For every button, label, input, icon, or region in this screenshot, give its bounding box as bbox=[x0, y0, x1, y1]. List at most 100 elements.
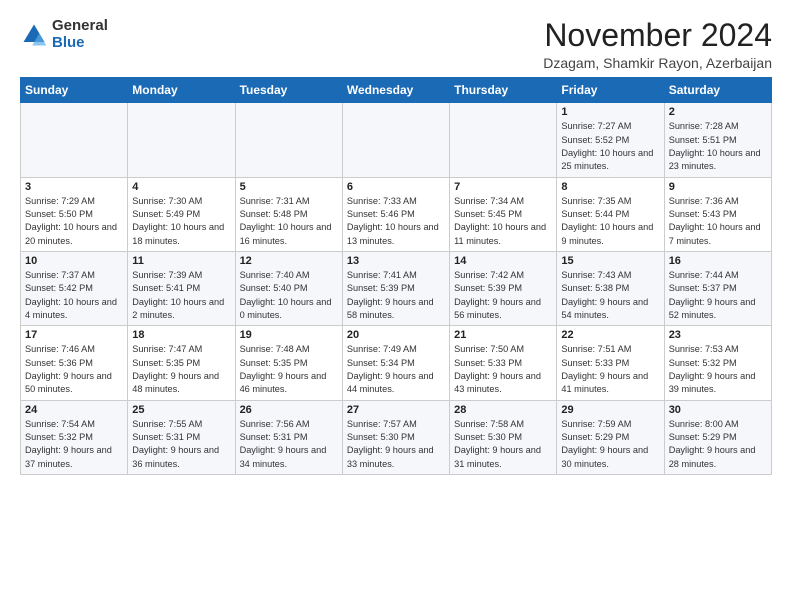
month-title: November 2024 bbox=[543, 18, 772, 53]
calendar-week: 3 Sunrise: 7:29 AM Sunset: 5:50 PM Daylig… bbox=[21, 177, 772, 251]
calendar-table: SundayMondayTuesdayWednesdayThursdayFrid… bbox=[20, 77, 772, 475]
calendar-cell: 21 Sunrise: 7:50 AM Sunset: 5:33 PM Dayli… bbox=[450, 326, 557, 400]
day-info: Sunrise: 7:40 AM Sunset: 5:40 PM Dayligh… bbox=[240, 269, 338, 322]
calendar-cell: 9 Sunrise: 7:36 AM Sunset: 5:43 PM Daylig… bbox=[664, 177, 771, 251]
weekday-header: Thursday bbox=[450, 78, 557, 103]
calendar-cell: 16 Sunrise: 7:44 AM Sunset: 5:37 PM Dayli… bbox=[664, 251, 771, 325]
day-info: Sunrise: 7:43 AM Sunset: 5:38 PM Dayligh… bbox=[561, 269, 659, 322]
calendar-cell: 28 Sunrise: 7:58 AM Sunset: 5:30 PM Dayli… bbox=[450, 400, 557, 474]
day-number: 18 bbox=[132, 329, 230, 341]
day-info: Sunrise: 7:54 AM Sunset: 5:32 PM Dayligh… bbox=[25, 418, 123, 471]
calendar-cell bbox=[21, 103, 128, 177]
day-number: 26 bbox=[240, 404, 338, 416]
calendar-cell: 5Sunrise: 7:31 AM Sunset: 5:48 PM Daylig… bbox=[235, 177, 342, 251]
calendar-cell bbox=[450, 103, 557, 177]
day-number: 12 bbox=[240, 255, 338, 267]
calendar-cell: 26Sunrise: 7:56 AM Sunset: 5:31 PM Dayli… bbox=[235, 400, 342, 474]
calendar-cell: 3 Sunrise: 7:29 AM Sunset: 5:50 PM Daylig… bbox=[21, 177, 128, 251]
day-number: 11 bbox=[132, 255, 230, 267]
weekday-header: Sunday bbox=[21, 78, 128, 103]
location: Dzagam, Shamkir Rayon, Azerbaijan bbox=[543, 55, 772, 71]
calendar-cell: 11 Sunrise: 7:39 AM Sunset: 5:41 PM Dayli… bbox=[128, 251, 235, 325]
calendar-cell: 10 Sunrise: 7:37 AM Sunset: 5:42 PM Dayli… bbox=[21, 251, 128, 325]
day-info: Sunrise: 7:42 AM Sunset: 5:39 PM Dayligh… bbox=[454, 269, 552, 322]
calendar-cell: 22Sunrise: 7:51 AM Sunset: 5:33 PM Dayli… bbox=[557, 326, 664, 400]
calendar-cell bbox=[128, 103, 235, 177]
weekday-header: Saturday bbox=[664, 78, 771, 103]
day-number: 9 bbox=[669, 181, 767, 193]
day-number: 14 bbox=[454, 255, 552, 267]
calendar-cell: 23Sunrise: 7:53 AM Sunset: 5:32 PM Dayli… bbox=[664, 326, 771, 400]
day-number: 7 bbox=[454, 181, 552, 193]
day-info: Sunrise: 7:50 AM Sunset: 5:33 PM Dayligh… bbox=[454, 343, 552, 396]
day-number: 21 bbox=[454, 329, 552, 341]
day-info: Sunrise: 7:46 AM Sunset: 5:36 PM Dayligh… bbox=[25, 343, 123, 396]
day-number: 24 bbox=[25, 404, 123, 416]
calendar-cell: 27Sunrise: 7:57 AM Sunset: 5:30 PM Dayli… bbox=[342, 400, 449, 474]
calendar-cell: 8 Sunrise: 7:35 AM Sunset: 5:44 PM Daylig… bbox=[557, 177, 664, 251]
day-info: Sunrise: 7:49 AM Sunset: 5:34 PM Dayligh… bbox=[347, 343, 445, 396]
calendar-cell: 6Sunrise: 7:33 AM Sunset: 5:46 PM Daylig… bbox=[342, 177, 449, 251]
day-info: Sunrise: 7:59 AM Sunset: 5:29 PM Dayligh… bbox=[561, 418, 659, 471]
day-number: 1 bbox=[561, 106, 659, 118]
day-info: Sunrise: 7:36 AM Sunset: 5:43 PM Dayligh… bbox=[669, 195, 767, 248]
calendar-cell: 1Sunrise: 7:27 AM Sunset: 5:52 PM Daylig… bbox=[557, 103, 664, 177]
day-info: Sunrise: 7:47 AM Sunset: 5:35 PM Dayligh… bbox=[132, 343, 230, 396]
day-info: Sunrise: 7:35 AM Sunset: 5:44 PM Dayligh… bbox=[561, 195, 659, 248]
header-row: SundayMondayTuesdayWednesdayThursdayFrid… bbox=[21, 78, 772, 103]
day-number: 10 bbox=[25, 255, 123, 267]
day-number: 17 bbox=[25, 329, 123, 341]
day-info: Sunrise: 7:34 AM Sunset: 5:45 PM Dayligh… bbox=[454, 195, 552, 248]
day-number: 2 bbox=[669, 106, 767, 118]
calendar-cell: 4 Sunrise: 7:30 AM Sunset: 5:49 PM Daylig… bbox=[128, 177, 235, 251]
calendar-cell: 13 Sunrise: 7:41 AM Sunset: 5:39 PM Dayli… bbox=[342, 251, 449, 325]
calendar-cell: 29 Sunrise: 7:59 AM Sunset: 5:29 PM Dayli… bbox=[557, 400, 664, 474]
logo-general: General bbox=[52, 18, 108, 35]
day-number: 8 bbox=[561, 181, 659, 193]
day-info: Sunrise: 7:41 AM Sunset: 5:39 PM Dayligh… bbox=[347, 269, 445, 322]
title-block: November 2024 Dzagam, Shamkir Rayon, Aze… bbox=[543, 18, 772, 71]
day-info: Sunrise: 7:39 AM Sunset: 5:41 PM Dayligh… bbox=[132, 269, 230, 322]
day-number: 27 bbox=[347, 404, 445, 416]
day-info: Sunrise: 7:58 AM Sunset: 5:30 PM Dayligh… bbox=[454, 418, 552, 471]
calendar-cell: 19Sunrise: 7:48 AM Sunset: 5:35 PM Dayli… bbox=[235, 326, 342, 400]
calendar-cell: 17 Sunrise: 7:46 AM Sunset: 5:36 PM Dayli… bbox=[21, 326, 128, 400]
calendar-week: 17 Sunrise: 7:46 AM Sunset: 5:36 PM Dayli… bbox=[21, 326, 772, 400]
calendar-cell: 30Sunrise: 8:00 AM Sunset: 5:29 PM Dayli… bbox=[664, 400, 771, 474]
day-info: Sunrise: 7:29 AM Sunset: 5:50 PM Dayligh… bbox=[25, 195, 123, 248]
calendar-week: 10 Sunrise: 7:37 AM Sunset: 5:42 PM Dayli… bbox=[21, 251, 772, 325]
day-info: Sunrise: 7:37 AM Sunset: 5:42 PM Dayligh… bbox=[25, 269, 123, 322]
header: General Blue November 2024 Dzagam, Shamk… bbox=[20, 18, 772, 71]
calendar-cell: 24 Sunrise: 7:54 AM Sunset: 5:32 PM Dayli… bbox=[21, 400, 128, 474]
day-number: 20 bbox=[347, 329, 445, 341]
calendar-cell: 2 Sunrise: 7:28 AM Sunset: 5:51 PM Daylig… bbox=[664, 103, 771, 177]
day-number: 13 bbox=[347, 255, 445, 267]
logo-text: General Blue bbox=[52, 18, 108, 51]
day-info: Sunrise: 7:28 AM Sunset: 5:51 PM Dayligh… bbox=[669, 120, 767, 173]
calendar-cell: 20 Sunrise: 7:49 AM Sunset: 5:34 PM Dayli… bbox=[342, 326, 449, 400]
day-number: 28 bbox=[454, 404, 552, 416]
calendar-week: 1Sunrise: 7:27 AM Sunset: 5:52 PM Daylig… bbox=[21, 103, 772, 177]
day-info: Sunrise: 7:44 AM Sunset: 5:37 PM Dayligh… bbox=[669, 269, 767, 322]
calendar-cell: 18 Sunrise: 7:47 AM Sunset: 5:35 PM Dayli… bbox=[128, 326, 235, 400]
calendar-cell: 12 Sunrise: 7:40 AM Sunset: 5:40 PM Dayli… bbox=[235, 251, 342, 325]
day-info: Sunrise: 7:30 AM Sunset: 5:49 PM Dayligh… bbox=[132, 195, 230, 248]
day-number: 3 bbox=[25, 181, 123, 193]
weekday-header: Wednesday bbox=[342, 78, 449, 103]
day-number: 23 bbox=[669, 329, 767, 341]
day-number: 16 bbox=[669, 255, 767, 267]
day-info: Sunrise: 7:55 AM Sunset: 5:31 PM Dayligh… bbox=[132, 418, 230, 471]
day-info: Sunrise: 7:51 AM Sunset: 5:33 PM Dayligh… bbox=[561, 343, 659, 396]
calendar-cell: 7 Sunrise: 7:34 AM Sunset: 5:45 PM Daylig… bbox=[450, 177, 557, 251]
calendar-cell: 14 Sunrise: 7:42 AM Sunset: 5:39 PM Dayli… bbox=[450, 251, 557, 325]
logo-blue: Blue bbox=[52, 35, 108, 52]
page: General Blue November 2024 Dzagam, Shamk… bbox=[0, 0, 792, 485]
day-number: 5 bbox=[240, 181, 338, 193]
day-info: Sunrise: 7:33 AM Sunset: 5:46 PM Dayligh… bbox=[347, 195, 445, 248]
logo: General Blue bbox=[20, 18, 108, 51]
day-number: 4 bbox=[132, 181, 230, 193]
weekday-header: Monday bbox=[128, 78, 235, 103]
day-number: 29 bbox=[561, 404, 659, 416]
day-number: 30 bbox=[669, 404, 767, 416]
day-number: 15 bbox=[561, 255, 659, 267]
